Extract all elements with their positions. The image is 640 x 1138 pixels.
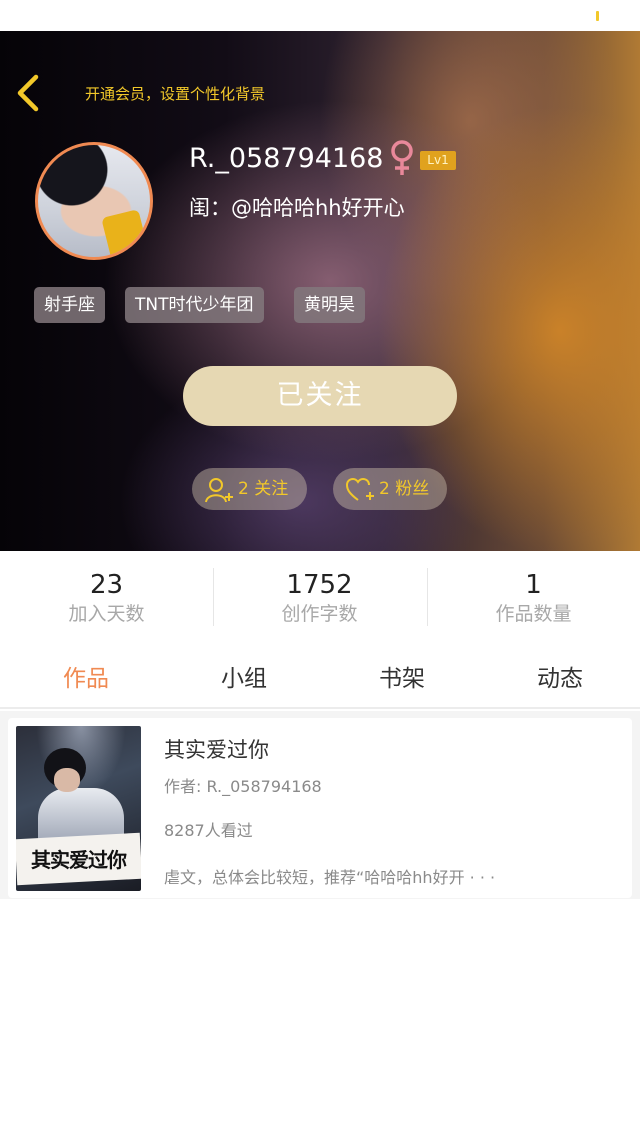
book-author: 作者: R._058794168 — [164, 777, 322, 796]
book-cover[interactable]: 其实爱过你 — [16, 726, 141, 891]
following-count: 2 关注 — [238, 479, 289, 499]
stat-value: 1 — [525, 570, 542, 600]
bestie-label: 闺：@哈哈哈hh好开心 — [189, 196, 405, 220]
tab-works[interactable]: 作品 — [6, 659, 166, 693]
stat-value: 23 — [89, 570, 124, 600]
tag-group[interactable]: TNT时代少年团 — [125, 287, 264, 323]
followers-count: 2 粉丝 — [379, 479, 430, 499]
cover-figure-face — [54, 768, 80, 792]
profile-header: 开通会员，设置个性化背景 R._058794168 Lv1 闺：@哈哈哈hh好开… — [0, 31, 640, 551]
status-bar — [0, 0, 640, 31]
female-gender-icon — [391, 140, 413, 175]
avatar-photo-detail — [101, 209, 149, 257]
stat-label: 加入天数 — [68, 603, 145, 625]
book-title[interactable]: 其实爱过你 — [164, 734, 269, 764]
avatar[interactable] — [35, 142, 153, 260]
stat-works-count: 1 作品数量 — [427, 569, 640, 627]
back-button[interactable] — [14, 73, 44, 113]
stat-join-days: 23 加入天数 — [0, 569, 213, 627]
stat-value: 1752 — [286, 570, 353, 600]
tag-zodiac[interactable]: 射手座 — [34, 287, 105, 323]
following-button[interactable]: 2 关注 — [192, 468, 307, 510]
stat-word-count: 1752 创作字数 — [213, 569, 426, 627]
chevron-left-icon — [17, 74, 39, 112]
profile-tabs: 作品 小组 书架 动态 — [0, 645, 640, 709]
battery-indicator-icon — [596, 11, 599, 21]
cover-title: 其实爱过你 — [31, 848, 127, 872]
follow-button[interactable]: 已关注 — [183, 366, 457, 426]
book-description: 虐文，总体会比较短，推荐“哈哈哈hh好开 · · · — [164, 868, 496, 887]
level-badge: Lv1 — [420, 151, 456, 170]
heart-plus-icon — [346, 477, 374, 501]
stats-bar: 23 加入天数 1752 创作字数 1 作品数量 — [0, 551, 640, 641]
stat-label: 作品数量 — [495, 603, 572, 625]
tab-groups[interactable]: 小组 — [164, 659, 324, 693]
followers-button[interactable]: 2 粉丝 — [333, 468, 447, 510]
add-user-icon — [205, 478, 233, 503]
tag-idol[interactable]: 黄明昊 — [294, 287, 365, 323]
tab-activity[interactable]: 动态 — [480, 659, 640, 693]
book-views: 8287人看过 — [164, 821, 253, 840]
vip-background-link[interactable]: 开通会员，设置个性化背景 — [85, 83, 265, 104]
username: R._058794168 — [189, 143, 384, 174]
stat-label: 创作字数 — [281, 603, 358, 625]
work-card[interactable]: 其实爱过你 其实爱过你 作者: R._058794168 8287人看过 虐文，… — [8, 718, 632, 898]
tab-bookshelf[interactable]: 书架 — [322, 659, 482, 693]
